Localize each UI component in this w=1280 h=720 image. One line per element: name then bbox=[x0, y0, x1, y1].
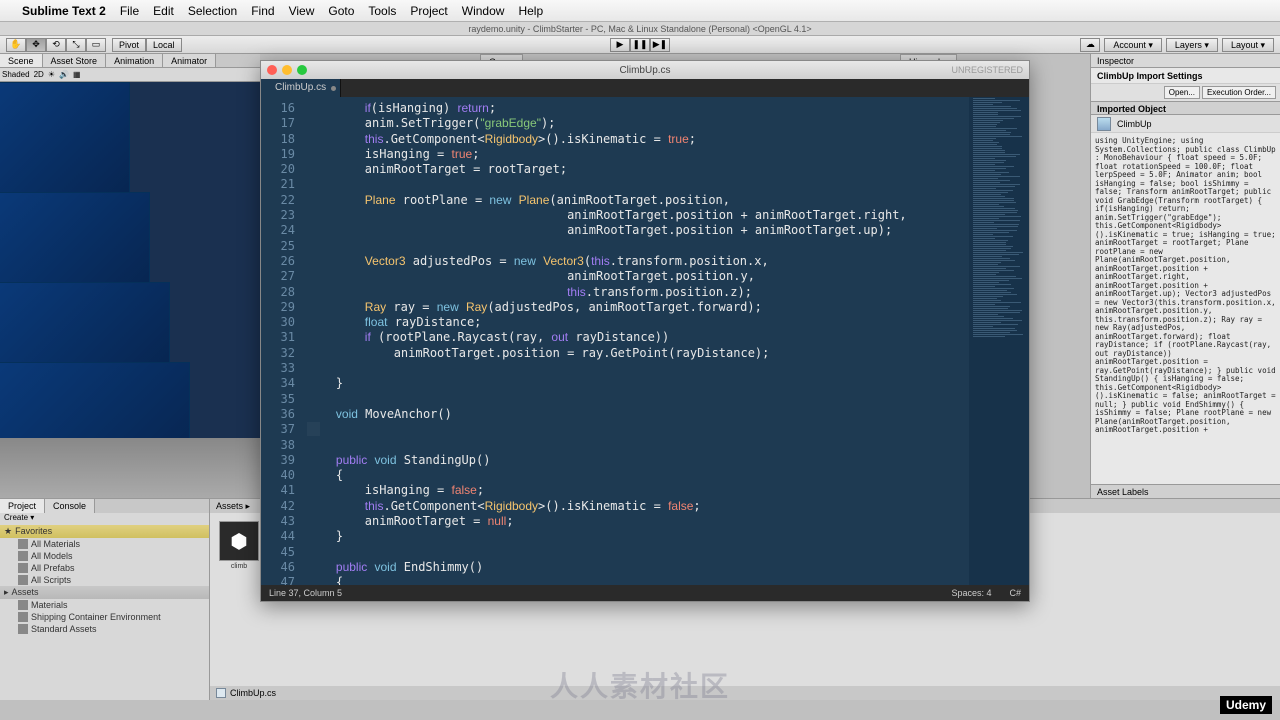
tab-asset-store[interactable]: Asset Store bbox=[43, 54, 107, 67]
menu-selection[interactable]: Selection bbox=[188, 4, 237, 18]
scene-view[interactable] bbox=[0, 82, 260, 498]
tree-materials[interactable]: Materials bbox=[0, 599, 209, 611]
rotate-tool[interactable]: ⟲ bbox=[46, 38, 66, 52]
menu-edit[interactable]: Edit bbox=[153, 4, 174, 18]
rect-tool[interactable]: ▭ bbox=[86, 38, 106, 52]
csharp-icon bbox=[1097, 117, 1111, 131]
menu-find[interactable]: Find bbox=[251, 4, 274, 18]
audio-icon[interactable]: 🔊 bbox=[59, 68, 69, 81]
menu-goto[interactable]: Goto bbox=[328, 4, 354, 18]
cloud-icon[interactable]: ☁ bbox=[1080, 38, 1100, 52]
language-mode[interactable]: C# bbox=[1009, 588, 1021, 598]
favorites-header[interactable]: ★ Favorites bbox=[0, 525, 209, 538]
script-name: ClimbUp bbox=[1117, 119, 1152, 129]
cursor-position: Line 37, Column 5 bbox=[269, 588, 342, 598]
menu-help[interactable]: Help bbox=[518, 4, 543, 18]
macos-menubar: Sublime Text 2 File Edit Selection Find … bbox=[0, 0, 1280, 22]
tab-inspector[interactable]: Inspector bbox=[1097, 54, 1134, 67]
menu-project[interactable]: Project bbox=[410, 4, 447, 18]
exec-order-button[interactable]: Execution Order... bbox=[1202, 86, 1276, 99]
line-gutter: 16 17 18 19 20 21 22 23 24 25 26 27 28 2… bbox=[261, 97, 303, 585]
asset-climb[interactable]: ⬢climb bbox=[218, 521, 260, 570]
editor-tab-climbup[interactable]: ClimbUp.cs bbox=[261, 79, 341, 97]
account-dropdown[interactable]: Account ▾ bbox=[1104, 38, 1162, 52]
menu-tools[interactable]: Tools bbox=[368, 4, 396, 18]
mode-2d[interactable]: 2D bbox=[34, 68, 44, 81]
lighting-icon[interactable]: ☀ bbox=[48, 68, 55, 81]
hand-tool[interactable]: ✋ bbox=[6, 38, 26, 52]
unregistered-label: UNREGISTERED bbox=[951, 65, 1023, 75]
inspector-title: ClimbUp Import Settings bbox=[1091, 68, 1280, 84]
sublime-title: ClimbUp.cs bbox=[619, 65, 670, 76]
asset-labels-header: Asset Labels bbox=[1091, 484, 1280, 498]
fav-all-models[interactable]: All Models bbox=[0, 550, 209, 562]
pivot-toggle[interactable]: Pivot bbox=[112, 38, 146, 52]
watermark: 人人素材社区 bbox=[550, 665, 730, 705]
menu-view[interactable]: View bbox=[289, 4, 315, 18]
tab-animation[interactable]: Animation bbox=[106, 54, 163, 67]
menu-file[interactable]: File bbox=[120, 4, 139, 18]
fav-all-materials[interactable]: All Materials bbox=[0, 538, 209, 550]
close-icon[interactable] bbox=[267, 65, 277, 75]
step-button[interactable]: ▶❚ bbox=[650, 38, 670, 52]
tab-scene[interactable]: Scene bbox=[0, 54, 43, 67]
selected-asset: ClimbUp.cs bbox=[230, 686, 276, 700]
sublime-statusbar: Line 37, Column 5 Spaces: 4 C# bbox=[261, 585, 1029, 601]
imported-object-header: Imported Object bbox=[1091, 101, 1280, 115]
unity-window-title: raydemo.unity - ClimbStarter - PC, Mac &… bbox=[0, 22, 1280, 36]
local-toggle[interactable]: Local bbox=[146, 38, 182, 52]
indent-setting[interactable]: Spaces: 4 bbox=[951, 588, 991, 598]
csharp-icon bbox=[216, 688, 226, 698]
tree-shipping[interactable]: Shipping Container Environment bbox=[0, 611, 209, 623]
layers-dropdown[interactable]: Layers ▾ bbox=[1166, 38, 1218, 52]
layout-dropdown[interactable]: Layout ▾ bbox=[1222, 38, 1274, 52]
pause-button[interactable]: ❚❚ bbox=[630, 38, 650, 52]
fav-all-prefabs[interactable]: All Prefabs bbox=[0, 562, 209, 574]
scale-tool[interactable]: ⤡ bbox=[66, 38, 86, 52]
tab-animator[interactable]: Animator bbox=[163, 54, 216, 67]
minimize-icon[interactable] bbox=[282, 65, 292, 75]
tab-project[interactable]: Project bbox=[0, 499, 45, 513]
fx-icon[interactable]: ▦ bbox=[73, 68, 81, 81]
tab-console[interactable]: Console bbox=[45, 499, 95, 513]
fav-all-scripts[interactable]: All Scripts bbox=[0, 574, 209, 586]
assets-tree-header[interactable]: ▸ Assets bbox=[0, 586, 209, 599]
unity-toolbar: ✋ ✥ ⟲ ⤡ ▭ Pivot Local ▶ ❚❚ ▶❚ ☁ Account … bbox=[0, 36, 1280, 54]
udemy-logo: Udemy bbox=[1220, 696, 1272, 714]
shaded-dropdown[interactable]: Shaded bbox=[2, 68, 30, 81]
zoom-icon[interactable] bbox=[297, 65, 307, 75]
code-editor[interactable]: if(isHanging) return; anim.SetTrigger("g… bbox=[303, 97, 969, 585]
app-name[interactable]: Sublime Text 2 bbox=[22, 4, 106, 18]
create-menu[interactable]: Create ▾ bbox=[0, 513, 209, 525]
inspector-code-preview: using UnityEngine; using System.Collecti… bbox=[1091, 133, 1280, 484]
modified-dot-icon bbox=[331, 86, 336, 91]
play-button[interactable]: ▶ bbox=[610, 38, 630, 52]
tree-standard[interactable]: Standard Assets bbox=[0, 623, 209, 635]
sublime-titlebar[interactable]: ClimbUp.cs UNREGISTERED bbox=[261, 61, 1029, 79]
menu-window[interactable]: Window bbox=[462, 4, 505, 18]
sublime-window: ClimbUp.cs UNREGISTERED ClimbUp.cs 16 17… bbox=[260, 60, 1030, 602]
move-tool[interactable]: ✥ bbox=[26, 38, 46, 52]
open-button[interactable]: Open... bbox=[1164, 86, 1200, 99]
minimap[interactable] bbox=[969, 97, 1029, 585]
